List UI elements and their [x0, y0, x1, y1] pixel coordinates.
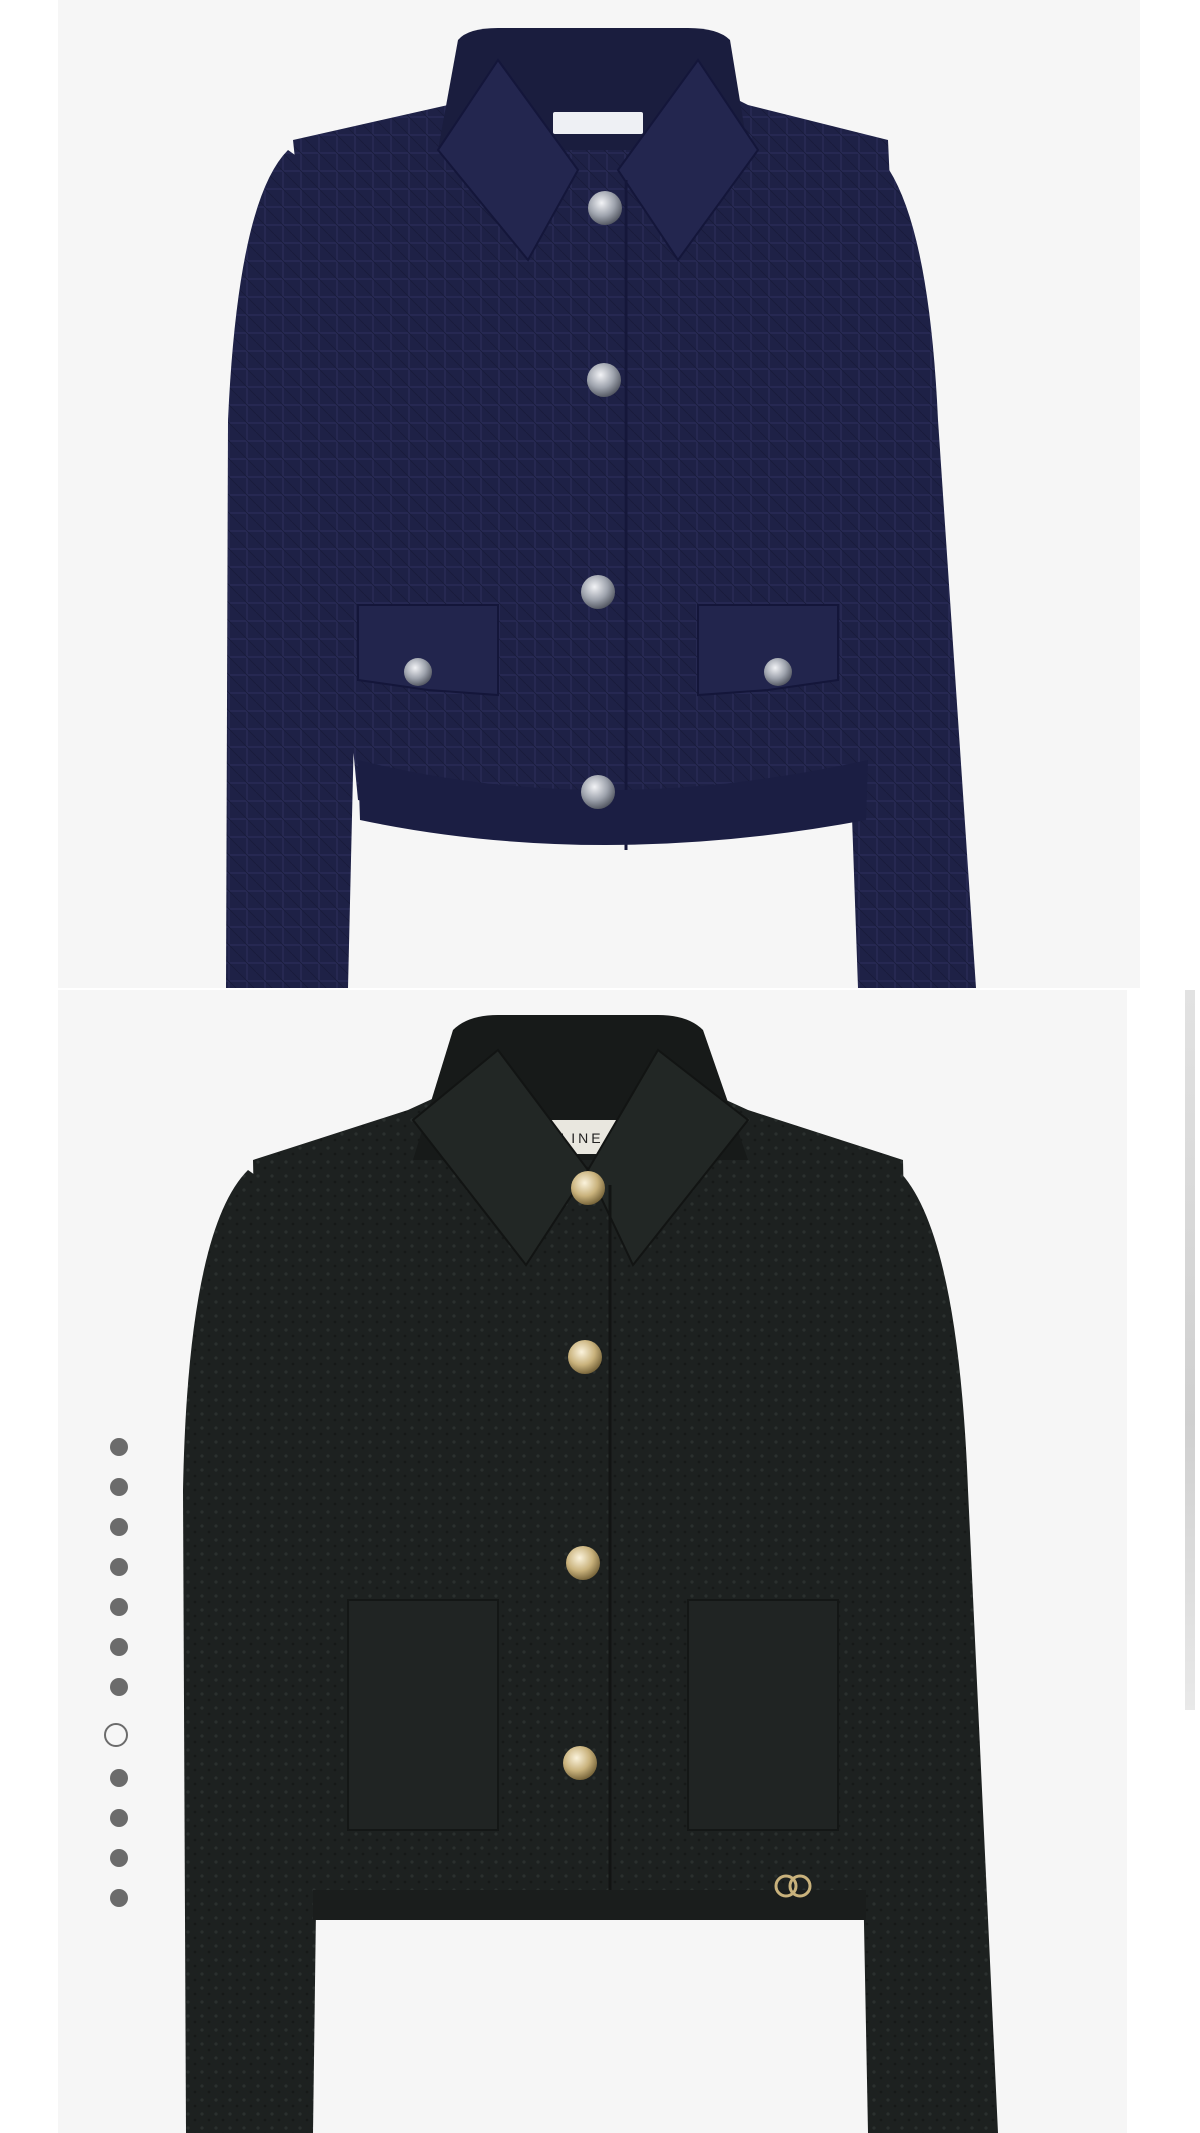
- carousel-dot[interactable]: [110, 1478, 128, 1496]
- carousel-dot-active[interactable]: [104, 1723, 128, 1747]
- product-image-navy-jacket[interactable]: [58, 0, 1140, 988]
- carousel-dot[interactable]: [110, 1518, 128, 1536]
- carousel-dot[interactable]: [110, 1558, 128, 1576]
- carousel-dot[interactable]: [110, 1438, 128, 1456]
- navy-jacket-illustration: [226, 28, 976, 988]
- next-image-peek: [1185, 990, 1195, 1710]
- product-image-black-jacket[interactable]: LINE: [58, 990, 1127, 2133]
- carousel-dot[interactable]: [110, 1678, 128, 1696]
- carousel-dot[interactable]: [110, 1849, 128, 1867]
- carousel-dot[interactable]: [110, 1769, 128, 1787]
- carousel-pagination: [104, 1438, 134, 1918]
- carousel-dot[interactable]: [110, 1598, 128, 1616]
- black-jacket-illustration: LINE: [183, 1015, 998, 2133]
- carousel-dot[interactable]: [110, 1889, 128, 1907]
- clothing-label: [553, 112, 643, 134]
- carousel-dot[interactable]: [110, 1809, 128, 1827]
- carousel-dot[interactable]: [110, 1638, 128, 1656]
